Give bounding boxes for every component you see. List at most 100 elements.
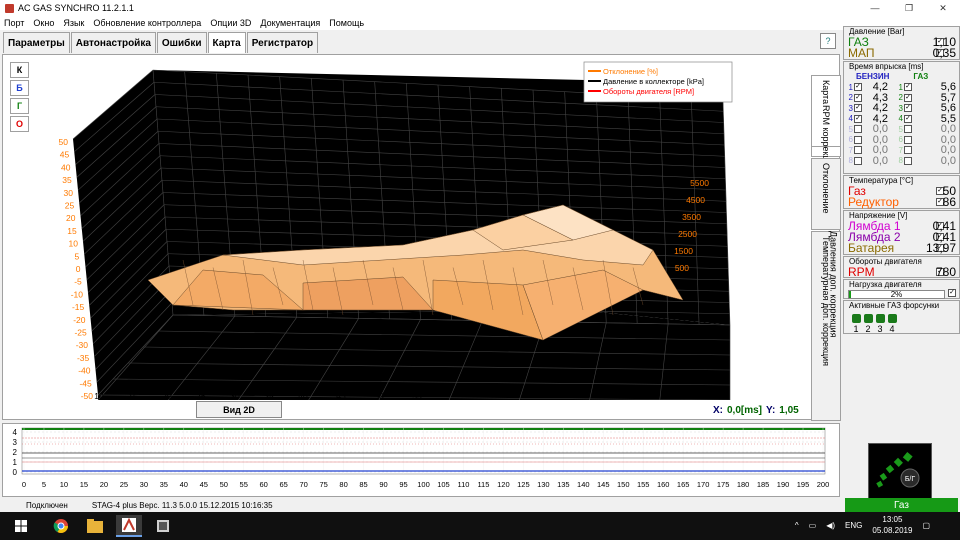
tray-arrow-icon[interactable]: ^ (795, 521, 799, 530)
rpm-value: 780 (935, 265, 956, 279)
menu-update-controller[interactable]: Обновление контроллера (93, 18, 201, 28)
load-checkbox[interactable]: ✓ (948, 289, 956, 297)
voltage-group: Напряжение [V] Лямбда 1 ✓ 0,41 Лямбда 2 ✓ 0,… (843, 210, 960, 255)
fuel-switch[interactable]: Б/Г (868, 443, 932, 501)
injector-icon (887, 314, 897, 323)
petrol-injector-number: 8 (848, 156, 853, 166)
z-axis-tick-label: -40 (78, 366, 91, 376)
graph-x-tick-label: 190 (777, 480, 790, 489)
app-icon-2[interactable] (150, 515, 176, 537)
petrol-injector-number: 4 (848, 114, 853, 124)
menu-port[interactable]: Порт (4, 18, 24, 28)
graph-x-tick-label: 175 (717, 480, 730, 489)
petrol-injector-checkbox[interactable] (854, 146, 862, 155)
petrol-injector-checkbox[interactable] (854, 135, 862, 144)
pressure-group: Давление [Bar] ГАЗ ✓ 1,10 МАП ✓ 0,35 (843, 26, 960, 60)
clock[interactable]: 13:05 05.08.2019 (872, 514, 912, 536)
graph-x-tick-label: 100 (417, 480, 430, 489)
gas-injector-checkbox[interactable] (904, 156, 912, 165)
tab-map[interactable]: Карта (207, 32, 246, 53)
ac-gas-synchro-taskbar-icon[interactable] (116, 515, 142, 537)
volume-icon[interactable]: ◀) (826, 521, 835, 530)
graph-x-tick-label: 155 (637, 480, 650, 489)
graph-x-tick-label: 130 (537, 480, 550, 489)
gas-injector-number: 5 (898, 124, 903, 134)
graph-x-tick-label: 75 (319, 480, 327, 489)
vtab-rpm-correction[interactable]: RPM коррекция (811, 89, 841, 171)
tab-recorder[interactable]: Регистратор (246, 32, 319, 53)
graph-x-tick-label: 135 (557, 480, 570, 489)
vtab-pressure-label: Давления доп. коррекция (828, 231, 839, 338)
graph-x-tick-label: 165 (677, 480, 690, 489)
gas-injector-checkbox[interactable] (904, 135, 912, 144)
map-3d-panel: К Б Г О 50 45 40 35 30 25 20 15 10 5 0 -5 -10 -15 -20-… (2, 54, 841, 421)
petrol-injector-checkbox[interactable]: ✓ (854, 104, 862, 113)
petrol-injector-checkbox[interactable]: ✓ (854, 114, 862, 123)
graph-x-tick-label: 45 (200, 480, 208, 489)
view-2d-button[interactable]: Вид 2D (196, 401, 282, 418)
petrol-injector-number: 7 (848, 145, 853, 155)
gas-injection-time: 0,0 (940, 154, 956, 167)
rpm-axis-tick-label: 3500 (682, 212, 701, 222)
injection-title: Время впрыска [ms] (849, 62, 924, 71)
maximize-button[interactable]: ❐ (892, 0, 926, 16)
z-axis-tick-label: 45 (60, 150, 70, 160)
graph-x-tick-label: 150 (617, 480, 630, 489)
graph-x-tick-label: 60 (260, 480, 268, 489)
menu-documentation[interactable]: Документация (260, 18, 320, 28)
tab-errors[interactable]: Ошибки (156, 32, 207, 53)
petrol-injector-checkbox[interactable]: ✓ (854, 83, 862, 92)
window-title: AC GAS SYNCHRO 11.2.1.1 (18, 3, 134, 13)
gas-injector-checkbox[interactable] (904, 146, 912, 155)
file-explorer-icon[interactable] (82, 515, 108, 537)
gas-injector-checkbox[interactable]: ✓ (904, 114, 912, 123)
gas-injector-checkbox[interactable]: ✓ (904, 93, 912, 102)
z-axis-tick-label: -15 (72, 302, 85, 312)
notifications-icon[interactable]: ▢ (922, 521, 930, 530)
clock-date: 05.08.2019 (872, 526, 913, 535)
language-indicator[interactable]: ENG (845, 521, 862, 530)
active-injector-item: 3 (875, 314, 885, 334)
connection-status: Подключен (26, 501, 68, 510)
z-axis-tick-label: 0 (76, 264, 81, 274)
app-icon (5, 3, 14, 13)
menu-help[interactable]: Помощь (329, 18, 364, 28)
gas-injector-checkbox[interactable] (904, 125, 912, 134)
chrome-icon[interactable] (48, 515, 74, 537)
graph-x-tick-label: 50 (220, 480, 228, 489)
map-3d-chart[interactable]: 50454035302520151050-5-10-15-20-25-30-35… (3, 55, 809, 400)
tab-parameters[interactable]: Параметры (3, 32, 70, 53)
petrol-injector-checkbox[interactable] (854, 156, 862, 165)
active-injector-item: 2 (863, 314, 873, 334)
clock-time: 13:05 (882, 515, 903, 524)
gas-injector-checkbox[interactable]: ✓ (904, 83, 912, 92)
windows-start-icon[interactable] (8, 515, 34, 537)
injection-row: 8 0,0 8 0,0 (844, 154, 959, 167)
injector-icon (851, 314, 861, 323)
vtab-deviation[interactable]: Отклонение (811, 158, 841, 230)
graph-x-tick-label: 140 (577, 480, 590, 489)
menu-window[interactable]: Окно (33, 18, 54, 28)
help-icon[interactable]: ? (820, 33, 836, 49)
gas-injector-checkbox[interactable]: ✓ (904, 104, 912, 113)
petrol-injector-checkbox[interactable]: ✓ (854, 93, 862, 102)
tab-autotune[interactable]: Автонастройка (70, 32, 156, 53)
network-icon[interactable]: ▭ (809, 521, 817, 530)
x-label: X: (713, 405, 723, 416)
x-axis-tick-label: 35 (264, 391, 274, 400)
graph-x-tick-label: 180 (737, 480, 750, 489)
menu-3d-options[interactable]: Опции 3D (210, 18, 251, 28)
minimize-button[interactable]: — (858, 0, 892, 16)
xy-readout: X: 0,0[ms] Y: 1,05 (713, 405, 799, 416)
graph-x-tick-label: 125 (517, 480, 530, 489)
gas-injector-number: 3 (898, 103, 903, 113)
signal-line-chart[interactable]: 432100 5 10 15 20 25 30 35 40 45 50 55 60 65 70 75 80 85 9… (3, 424, 839, 496)
gas-injector-number: 1 (898, 82, 903, 92)
vtab-pressure-correction[interactable]: Давления доп. коррекция (826, 231, 841, 421)
close-button[interactable]: ✕ (926, 0, 960, 16)
vtab-deviation-label: Отклонение (821, 163, 831, 214)
y-value: 1,05 (779, 405, 799, 416)
petrol-injector-checkbox[interactable] (854, 125, 862, 134)
z-axis-tick-label: 30 (64, 188, 74, 198)
menu-language[interactable]: Язык (63, 18, 84, 28)
